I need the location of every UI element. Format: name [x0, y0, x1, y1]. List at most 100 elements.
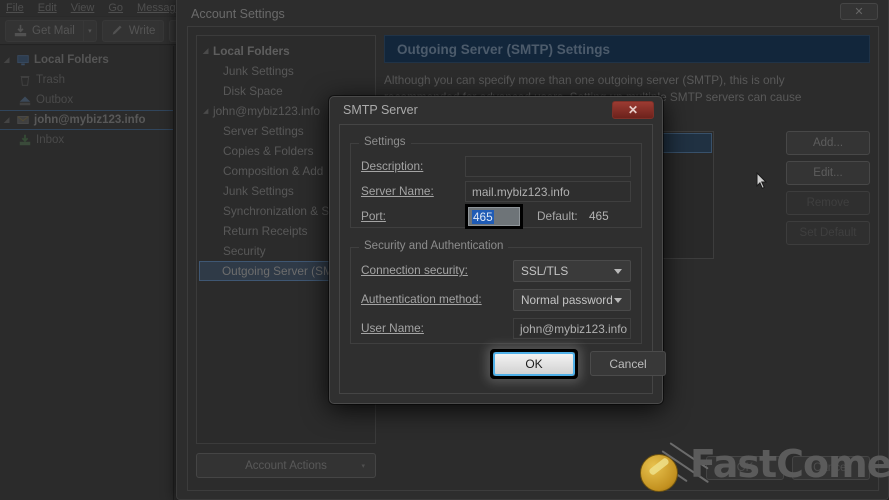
- write-button[interactable]: Write: [101, 19, 165, 42]
- close-label: ✕: [854, 6, 864, 18]
- remove-button-label: Remove: [806, 197, 850, 209]
- ok-button-label: OK: [525, 357, 543, 371]
- cancel-button[interactable]: Cancel: [590, 351, 666, 376]
- twisty-icon[interactable]: ◢: [203, 47, 213, 55]
- outbox-icon: [18, 93, 32, 107]
- folder-row-inbox[interactable]: Inbox: [0, 130, 173, 150]
- edit-button[interactable]: Edit...: [786, 161, 870, 185]
- port-default-label: Default:: [537, 209, 578, 223]
- get-mail-button[interactable]: Get Mail: [5, 19, 84, 42]
- tree-item-local-folders[interactable]: ◢ Local Folders: [197, 41, 375, 61]
- trash-icon: [18, 73, 32, 87]
- mouse-cursor-icon: [756, 171, 768, 190]
- add-button-label: Add...: [812, 137, 844, 149]
- menu-item-message-label: Message: [137, 2, 182, 14]
- page-title: Outgoing Server (SMTP) Settings: [384, 35, 870, 63]
- tree-item-label: Copies & Folders: [223, 144, 314, 158]
- port-row: Port: 465 Default: 465: [361, 204, 631, 229]
- security-legend: Security and Authentication: [359, 240, 509, 252]
- user-name-label: User Name:: [361, 321, 424, 335]
- smtp-dialog-title: SMTP Server: [343, 103, 418, 117]
- menu-item-file[interactable]: File: [6, 2, 24, 14]
- account-actions-button[interactable]: Account Actions ▾: [196, 453, 376, 478]
- account-cancel-button[interactable]: Cancel: [792, 456, 870, 480]
- user-name-row: User Name: john@mybiz123.info: [361, 318, 631, 339]
- twisty-icon[interactable]: ◢: [203, 107, 213, 115]
- settings-legend: Settings: [359, 136, 411, 148]
- tree-item-label: john@mybiz123.info: [213, 104, 321, 118]
- auth-method-select[interactable]: Normal password: [513, 289, 631, 311]
- description-field[interactable]: [465, 156, 631, 177]
- folder-row-local-folders[interactable]: ◢ Local Folders: [0, 50, 173, 70]
- chevron-down-icon: [614, 298, 622, 303]
- ok-button-focus-ring: OK: [490, 349, 578, 379]
- server-name-label-text: Server Name:: [361, 184, 434, 198]
- connection-security-value: SSL/TLS: [521, 264, 569, 278]
- menu-item-edit-label: Edit: [37, 2, 57, 14]
- account-cancel-label: Cancel: [813, 462, 849, 474]
- get-mail-dropdown[interactable]: ▾: [83, 19, 97, 42]
- twisty-icon[interactable]: ◢: [4, 116, 12, 124]
- get-mail-caret: ▾: [88, 27, 92, 35]
- menu-item-file-label: File: [6, 2, 24, 14]
- folder-label: john@mybiz123.info: [34, 114, 146, 126]
- menu-item-message[interactable]: Message: [137, 2, 182, 14]
- server-name-field[interactable]: mail.mybiz123.info: [465, 181, 631, 202]
- folder-label: Outbox: [36, 94, 74, 106]
- menu-item-view[interactable]: View: [71, 2, 95, 14]
- server-name-label: Server Name:: [361, 184, 434, 198]
- menu-item-go-label: Go: [108, 2, 124, 14]
- inbox-icon: [18, 133, 32, 147]
- set-default-button: Set Default: [786, 221, 870, 245]
- chevron-down-icon: ▾: [361, 462, 365, 470]
- description-row: Description:: [361, 156, 631, 177]
- get-mail-group: Get Mail ▾: [5, 19, 97, 42]
- folder-pane: ◢ Local Folders Trash Outbox ◢ john@mybi…: [0, 46, 174, 500]
- folder-row-account[interactable]: ◢ john@mybiz123.info: [0, 110, 173, 130]
- user-name-label-text: User Name:: [361, 321, 424, 335]
- menu-item-go[interactable]: Go: [108, 2, 123, 14]
- port-value: 465: [472, 209, 494, 224]
- smtp-dialog-content: Settings Description: Server Name: mail.…: [339, 124, 666, 394]
- tree-item-label: Junk Settings: [223, 64, 294, 78]
- auth-method-label: Authentication method:: [361, 292, 482, 306]
- close-label: ✕: [627, 103, 639, 117]
- menu-item-edit[interactable]: Edit: [38, 2, 57, 14]
- connection-security-row: Connection security: SSL/TLS: [361, 260, 631, 282]
- write-label: Write: [128, 24, 156, 37]
- close-icon[interactable]: ✕: [840, 3, 878, 20]
- tree-item-label: Server Settings: [223, 124, 304, 138]
- computer-icon: [16, 53, 30, 67]
- account-settings-footer: OK Cancel: [706, 456, 870, 480]
- auth-method-label-text: Authentication method:: [361, 292, 482, 306]
- mail-account-icon: [16, 113, 30, 127]
- auth-method-value: Normal password: [521, 293, 613, 307]
- connection-security-select[interactable]: SSL/TLS: [513, 260, 631, 282]
- folder-label: Trash: [36, 74, 65, 86]
- description-label-text: Description:: [361, 159, 424, 173]
- pencil-icon: [111, 24, 124, 37]
- port-input[interactable]: 465: [468, 207, 520, 226]
- close-icon[interactable]: ✕: [612, 101, 654, 119]
- account-ok-button[interactable]: OK: [706, 456, 784, 480]
- folder-row-trash[interactable]: Trash: [0, 70, 173, 90]
- security-fieldset: Security and Authentication Connection s…: [350, 240, 642, 344]
- add-button[interactable]: Add...: [786, 131, 870, 155]
- smtp-dialog-titlebar: SMTP Server ✕: [330, 97, 662, 124]
- tree-item-label: Security: [223, 244, 266, 258]
- connection-security-label-text: Connection security:: [361, 263, 468, 277]
- folder-label: Inbox: [36, 134, 65, 146]
- auth-method-row: Authentication method: Normal password: [361, 289, 631, 311]
- ok-button[interactable]: OK: [493, 352, 575, 376]
- set-default-button-label: Set Default: [799, 227, 857, 239]
- smtp-list-buttons: Add... Edit... Remove Set Default: [786, 131, 870, 251]
- folder-row-outbox[interactable]: Outbox: [0, 90, 173, 110]
- remove-button: Remove: [786, 191, 870, 215]
- tree-item-label: Local Folders: [213, 44, 290, 58]
- tree-item-junk-settings-local[interactable]: Junk Settings: [197, 61, 375, 81]
- account-ok-label: OK: [736, 462, 754, 474]
- account-settings-title: Account Settings: [191, 7, 285, 21]
- user-name-field[interactable]: john@mybiz123.info: [513, 318, 631, 339]
- twisty-icon[interactable]: ◢: [4, 56, 12, 64]
- account-actions-label: Account Actions: [245, 459, 327, 472]
